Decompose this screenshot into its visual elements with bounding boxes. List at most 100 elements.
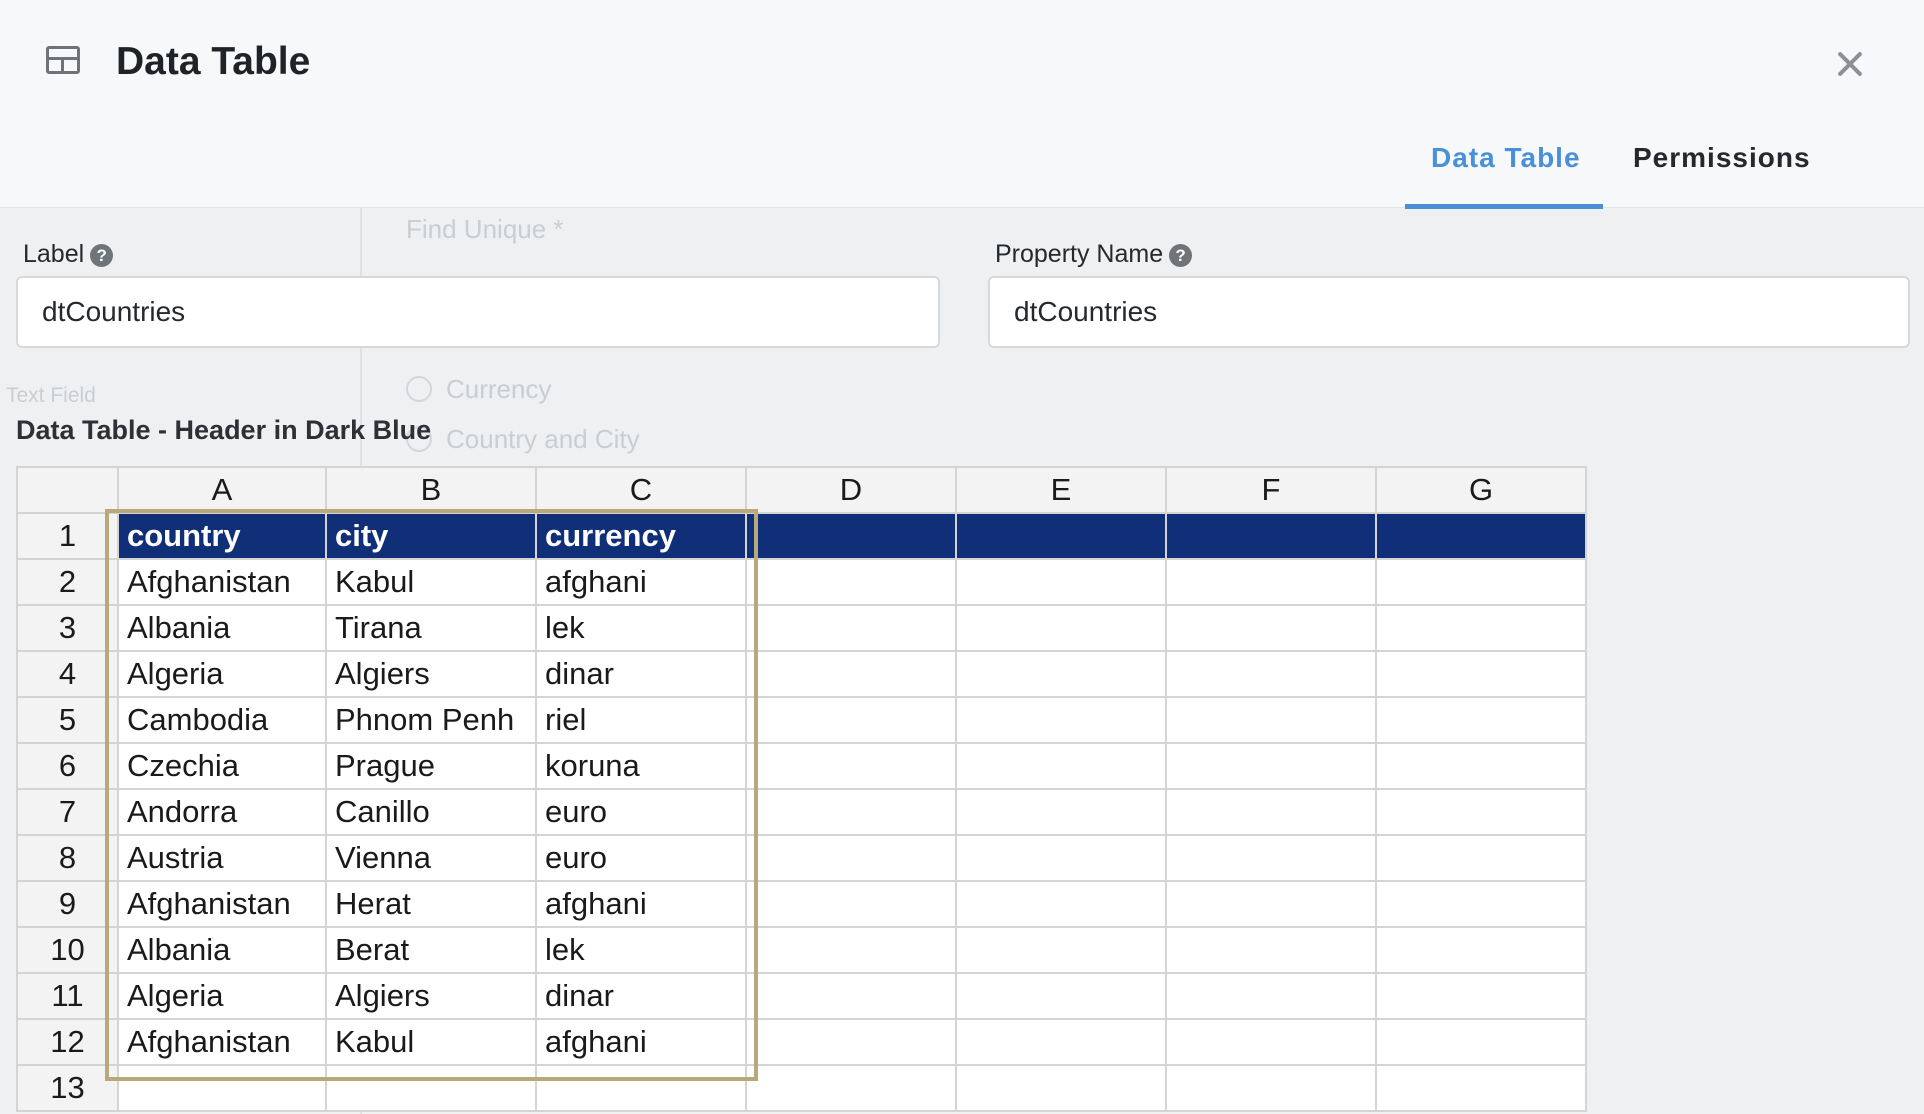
row-number[interactable]: 7	[16, 788, 119, 836]
table-cell[interactable]	[1375, 650, 1587, 698]
table-cell[interactable]: euro	[535, 834, 747, 882]
column-header[interactable]: B	[325, 466, 537, 514]
table-cell[interactable]: riel	[535, 696, 747, 744]
column-header[interactable]: G	[1375, 466, 1587, 514]
row-number[interactable]: 3	[16, 604, 119, 652]
table-cell[interactable]: dinar	[535, 650, 747, 698]
table-cell[interactable]	[745, 696, 957, 744]
table-cell[interactable]	[1375, 788, 1587, 836]
table-cell[interactable]	[1375, 1064, 1587, 1112]
table-cell[interactable]: currency	[535, 512, 747, 560]
table-cell[interactable]	[745, 604, 957, 652]
table-cell[interactable]: country	[117, 512, 327, 560]
table-cell[interactable]	[117, 1064, 327, 1112]
table-cell[interactable]: Czechia	[117, 742, 327, 790]
table-cell[interactable]	[535, 1064, 747, 1112]
table-cell[interactable]	[1375, 742, 1587, 790]
table-cell[interactable]	[955, 512, 1167, 560]
table-cell[interactable]	[1375, 512, 1587, 560]
table-cell[interactable]	[1375, 1018, 1587, 1066]
table-cell[interactable]	[745, 742, 957, 790]
table-cell[interactable]	[955, 1018, 1167, 1066]
table-cell[interactable]: afghani	[535, 558, 747, 606]
table-cell[interactable]	[1375, 558, 1587, 606]
tab-data-table[interactable]: Data Table	[1431, 142, 1581, 174]
data-table-grid[interactable]: A B C D E F G 1 country city currency 2 Afgha…	[16, 466, 1587, 1112]
table-cell[interactable]: lek	[535, 604, 747, 652]
table-cell[interactable]: Phnom Penh	[325, 696, 537, 744]
table-cell[interactable]	[1165, 696, 1377, 744]
table-cell[interactable]: Canillo	[325, 788, 537, 836]
table-cell[interactable]	[1165, 788, 1377, 836]
row-number[interactable]: 1	[16, 512, 119, 560]
corner-cell[interactable]	[16, 466, 119, 514]
table-cell[interactable]: Albania	[117, 604, 327, 652]
row-number[interactable]: 4	[16, 650, 119, 698]
table-cell[interactable]: Algeria	[117, 650, 327, 698]
row-number[interactable]: 11	[16, 972, 119, 1020]
table-cell[interactable]	[1165, 558, 1377, 606]
table-cell[interactable]	[1165, 880, 1377, 928]
table-cell[interactable]	[955, 1064, 1167, 1112]
table-cell[interactable]: Algeria	[117, 972, 327, 1020]
table-cell[interactable]: Albania	[117, 926, 327, 974]
table-cell[interactable]	[745, 650, 957, 698]
help-icon[interactable]: ?	[90, 244, 114, 267]
table-cell[interactable]: Afghanistan	[117, 1018, 327, 1066]
tab-permissions[interactable]: Permissions	[1633, 142, 1811, 174]
table-cell[interactable]: Tirana	[325, 604, 537, 652]
table-cell[interactable]: afghani	[535, 880, 747, 928]
column-header[interactable]: F	[1165, 466, 1377, 514]
table-cell[interactable]: dinar	[535, 972, 747, 1020]
table-cell[interactable]: Andorra	[117, 788, 327, 836]
table-cell[interactable]: Austria	[117, 834, 327, 882]
close-icon[interactable]	[1830, 44, 1870, 84]
table-cell[interactable]	[1165, 604, 1377, 652]
table-cell[interactable]: koruna	[535, 742, 747, 790]
table-cell[interactable]	[745, 1064, 957, 1112]
table-cell[interactable]	[745, 880, 957, 928]
table-cell[interactable]	[955, 972, 1167, 1020]
table-cell[interactable]	[1165, 926, 1377, 974]
table-cell[interactable]: city	[325, 512, 537, 560]
row-number[interactable]: 8	[16, 834, 119, 882]
column-header[interactable]: C	[535, 466, 747, 514]
table-cell[interactable]: Herat	[325, 880, 537, 928]
table-cell[interactable]	[745, 1018, 957, 1066]
column-header[interactable]: E	[955, 466, 1167, 514]
column-header[interactable]: A	[117, 466, 327, 514]
row-number[interactable]: 12	[16, 1018, 119, 1066]
table-cell[interactable]	[1375, 926, 1587, 974]
row-number[interactable]: 6	[16, 742, 119, 790]
table-cell[interactable]	[1375, 696, 1587, 744]
table-cell[interactable]	[1375, 604, 1587, 652]
table-cell[interactable]	[955, 558, 1167, 606]
row-number[interactable]: 10	[16, 926, 119, 974]
table-cell[interactable]	[1165, 742, 1377, 790]
table-cell[interactable]	[745, 972, 957, 1020]
table-cell[interactable]	[745, 834, 957, 882]
table-cell[interactable]: Cambodia	[117, 696, 327, 744]
table-cell[interactable]	[955, 604, 1167, 652]
row-number[interactable]: 2	[16, 558, 119, 606]
table-cell[interactable]	[745, 926, 957, 974]
table-cell[interactable]	[955, 834, 1167, 882]
table-cell[interactable]	[1165, 512, 1377, 560]
table-cell[interactable]	[325, 1064, 537, 1112]
help-icon[interactable]: ?	[1169, 244, 1193, 267]
table-cell[interactable]: euro	[535, 788, 747, 836]
table-cell[interactable]: lek	[535, 926, 747, 974]
table-cell[interactable]	[955, 742, 1167, 790]
table-cell[interactable]: Berat	[325, 926, 537, 974]
table-cell[interactable]	[1375, 972, 1587, 1020]
table-cell[interactable]: Afghanistan	[117, 558, 327, 606]
label-input[interactable]	[16, 276, 940, 348]
table-cell[interactable]	[745, 788, 957, 836]
table-cell[interactable]	[1165, 1064, 1377, 1112]
table-cell[interactable]: Kabul	[325, 1018, 537, 1066]
table-cell[interactable]	[955, 696, 1167, 744]
table-cell[interactable]	[1165, 834, 1377, 882]
table-cell[interactable]	[1375, 834, 1587, 882]
table-cell[interactable]	[1165, 1018, 1377, 1066]
table-cell[interactable]	[1375, 880, 1587, 928]
